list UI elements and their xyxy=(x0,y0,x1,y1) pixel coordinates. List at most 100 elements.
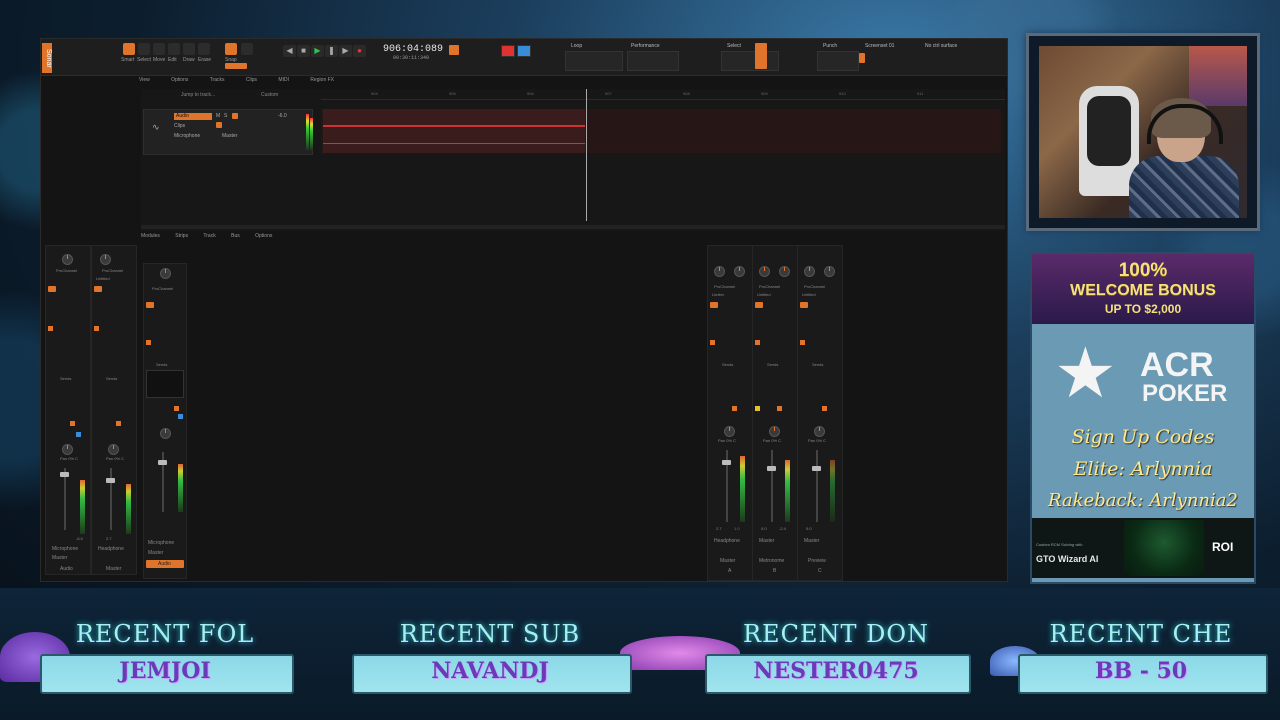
strip-name[interactable]: Metronome xyxy=(759,558,784,564)
pan-knob[interactable] xyxy=(769,426,780,437)
move-tool-button[interactable] xyxy=(153,43,165,55)
loop-range[interactable] xyxy=(565,51,623,71)
count-in-button[interactable] xyxy=(517,45,531,57)
gain-knob[interactable] xyxy=(62,254,73,265)
fx-bin-toggle[interactable] xyxy=(146,340,151,345)
gain-knob[interactable] xyxy=(714,266,725,277)
record-arm-button[interactable] xyxy=(777,406,782,411)
output-select[interactable]: Headphone xyxy=(714,538,740,544)
record-arm-button[interactable] xyxy=(70,421,75,426)
pause-button[interactable]: ❚ xyxy=(325,45,338,57)
track-output[interactable]: Master xyxy=(222,133,237,139)
stop-button[interactable]: ■ xyxy=(297,45,310,57)
pan-knob[interactable] xyxy=(724,426,735,437)
fx-bin-toggle[interactable] xyxy=(755,340,760,345)
volume-fader[interactable] xyxy=(767,466,776,471)
gain-knob[interactable] xyxy=(100,254,111,265)
prochannel-eq-toggle[interactable] xyxy=(800,302,808,308)
menu-midi[interactable]: MIDI xyxy=(278,77,289,83)
mute-button[interactable] xyxy=(755,406,760,411)
console-menu-track[interactable]: Track xyxy=(203,233,215,239)
track-scrollbar[interactable] xyxy=(141,225,1005,229)
metronome-button[interactable] xyxy=(501,45,515,57)
rewind-button[interactable]: ◀ xyxy=(283,45,296,57)
volume-fader[interactable] xyxy=(722,460,731,465)
fx-bin-toggle[interactable] xyxy=(800,340,805,345)
prochannel-eq-toggle[interactable] xyxy=(48,286,56,292)
volume-fader[interactable] xyxy=(60,472,69,477)
fx-bin-toggle[interactable] xyxy=(94,326,99,331)
prochannel-preset[interactable]: Untitled xyxy=(802,292,816,297)
output-select[interactable]: Master xyxy=(759,538,774,544)
volume-fader[interactable] xyxy=(158,460,167,465)
record-arm-button[interactable] xyxy=(174,406,179,411)
strip-name[interactable]: Master xyxy=(720,558,735,564)
sponsor-ad[interactable]: 100% WELCOME BONUS UP TO $2,000 ★ ACR PO… xyxy=(1030,252,1256,584)
loop-toggle[interactable] xyxy=(449,45,459,55)
record-arm-button[interactable] xyxy=(822,406,827,411)
track-input[interactable]: Microphone xyxy=(174,133,200,139)
output-select[interactable]: Master xyxy=(148,550,163,556)
sends-area[interactable] xyxy=(146,370,184,398)
erase-tool-button[interactable] xyxy=(198,43,210,55)
selection-range[interactable] xyxy=(721,51,779,71)
snap-button[interactable] xyxy=(225,43,237,55)
time-display[interactable]: 906:04:089 xyxy=(383,44,443,55)
solo-button[interactable]: S xyxy=(224,113,227,119)
clips-pane[interactable] xyxy=(321,109,1001,153)
gain-knob[interactable] xyxy=(160,268,171,279)
time-ruler[interactable]: 904 905 906 907 908 909 910 911 xyxy=(321,91,1005,100)
prochannel-eq-toggle[interactable] xyxy=(755,302,763,308)
input-echo-button[interactable] xyxy=(76,432,81,437)
screenset-1-button[interactable] xyxy=(859,53,865,63)
volume-fader[interactable] xyxy=(812,466,821,471)
track-header[interactable]: ∿ Audio M S -6.0 Clips Microphone Master xyxy=(143,109,313,155)
mute-button[interactable]: M xyxy=(216,113,220,119)
volume-fader[interactable] xyxy=(106,478,115,483)
track-filter[interactable]: Custom xyxy=(261,92,278,98)
marks-button[interactable] xyxy=(241,43,253,55)
selection-ab-toggle[interactable] xyxy=(755,43,767,69)
volume-fader-track[interactable] xyxy=(771,450,773,522)
audio-clip[interactable] xyxy=(323,109,585,153)
prochannel-eq-toggle[interactable] xyxy=(94,286,102,292)
play-button[interactable]: ▶ xyxy=(311,45,324,57)
forward-button[interactable]: ▶ xyxy=(339,45,352,57)
jump-to-track[interactable]: Jump to track... xyxy=(181,92,215,98)
strip-name-bar[interactable]: Audio xyxy=(146,560,184,568)
menu-view[interactable]: View xyxy=(139,77,150,83)
gain-knob[interactable] xyxy=(804,266,815,277)
fx-bin-toggle[interactable] xyxy=(710,340,715,345)
select-tool-button[interactable] xyxy=(138,43,150,55)
track-name[interactable]: Audio xyxy=(174,113,212,120)
record-arm-button[interactable] xyxy=(116,421,121,426)
output-select[interactable]: Headphone xyxy=(98,546,124,552)
input-echo-button[interactable] xyxy=(178,414,183,419)
menu-region-fx[interactable]: Region FX xyxy=(310,77,334,83)
prochannel-preset[interactable]: Untitled xyxy=(96,276,110,281)
pan-knob[interactable] xyxy=(814,426,825,437)
pan-knob-top[interactable] xyxy=(779,266,790,277)
gain-knob[interactable] xyxy=(759,266,770,277)
menu-tracks[interactable]: Tracks xyxy=(210,77,225,83)
track-volume[interactable]: -6.0 xyxy=(278,113,287,119)
prochannel-eq-toggle[interactable] xyxy=(710,302,718,308)
pan-knob[interactable] xyxy=(160,428,171,439)
gto-wizard-ad[interactable]: Custom RCM Solving with GTO Wizard AI RO… xyxy=(1032,518,1254,578)
now-time-cursor[interactable] xyxy=(586,89,587,221)
fx-toggle[interactable] xyxy=(216,122,222,128)
pan-knob-top[interactable] xyxy=(734,266,745,277)
pan-knob-top[interactable] xyxy=(824,266,835,277)
pan-knob[interactable] xyxy=(62,444,73,455)
volume-fader-track[interactable] xyxy=(816,450,818,522)
punch-range[interactable] xyxy=(817,51,859,71)
prochannel-preset[interactable]: Untitled xyxy=(757,292,771,297)
menu-options[interactable]: Options xyxy=(171,77,188,83)
record-button[interactable]: ● xyxy=(353,45,366,57)
mute-button[interactable] xyxy=(732,406,737,411)
edit-tool-button[interactable] xyxy=(168,43,180,55)
draw-tool-button[interactable] xyxy=(183,43,195,55)
strip-name[interactable]: Preview xyxy=(808,558,826,564)
volume-fader-track[interactable] xyxy=(64,468,66,530)
record-arm-button[interactable] xyxy=(232,113,238,119)
